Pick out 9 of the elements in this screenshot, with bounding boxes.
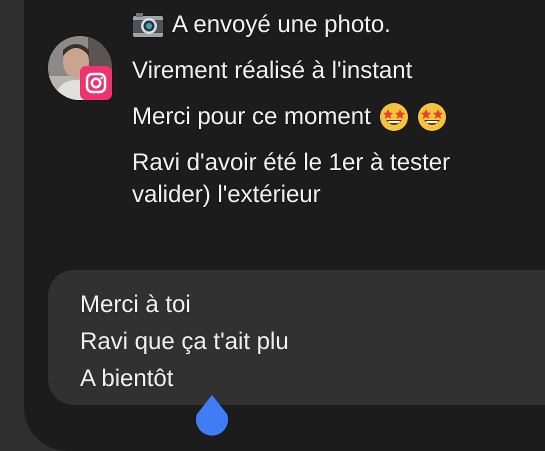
message-text: Ravi d'avoir été le 1er à tester valider) l'extérieur: [132, 148, 450, 210]
message-text: Virement réalisé à l'instant: [132, 56, 412, 86]
message-text: A envoyé une photo.: [172, 10, 391, 40]
camera-icon: [132, 11, 164, 39]
instagram-badge-icon: [80, 66, 112, 100]
reply-field[interactable]: Merci à toi Ravi que ça t'ait plu A bientôt: [48, 270, 545, 405]
message-text: Merci pour ce moment: [132, 102, 371, 132]
star-struck-emoji-icon: [378, 102, 409, 132]
star-struck-emoji-icon: [416, 102, 447, 132]
